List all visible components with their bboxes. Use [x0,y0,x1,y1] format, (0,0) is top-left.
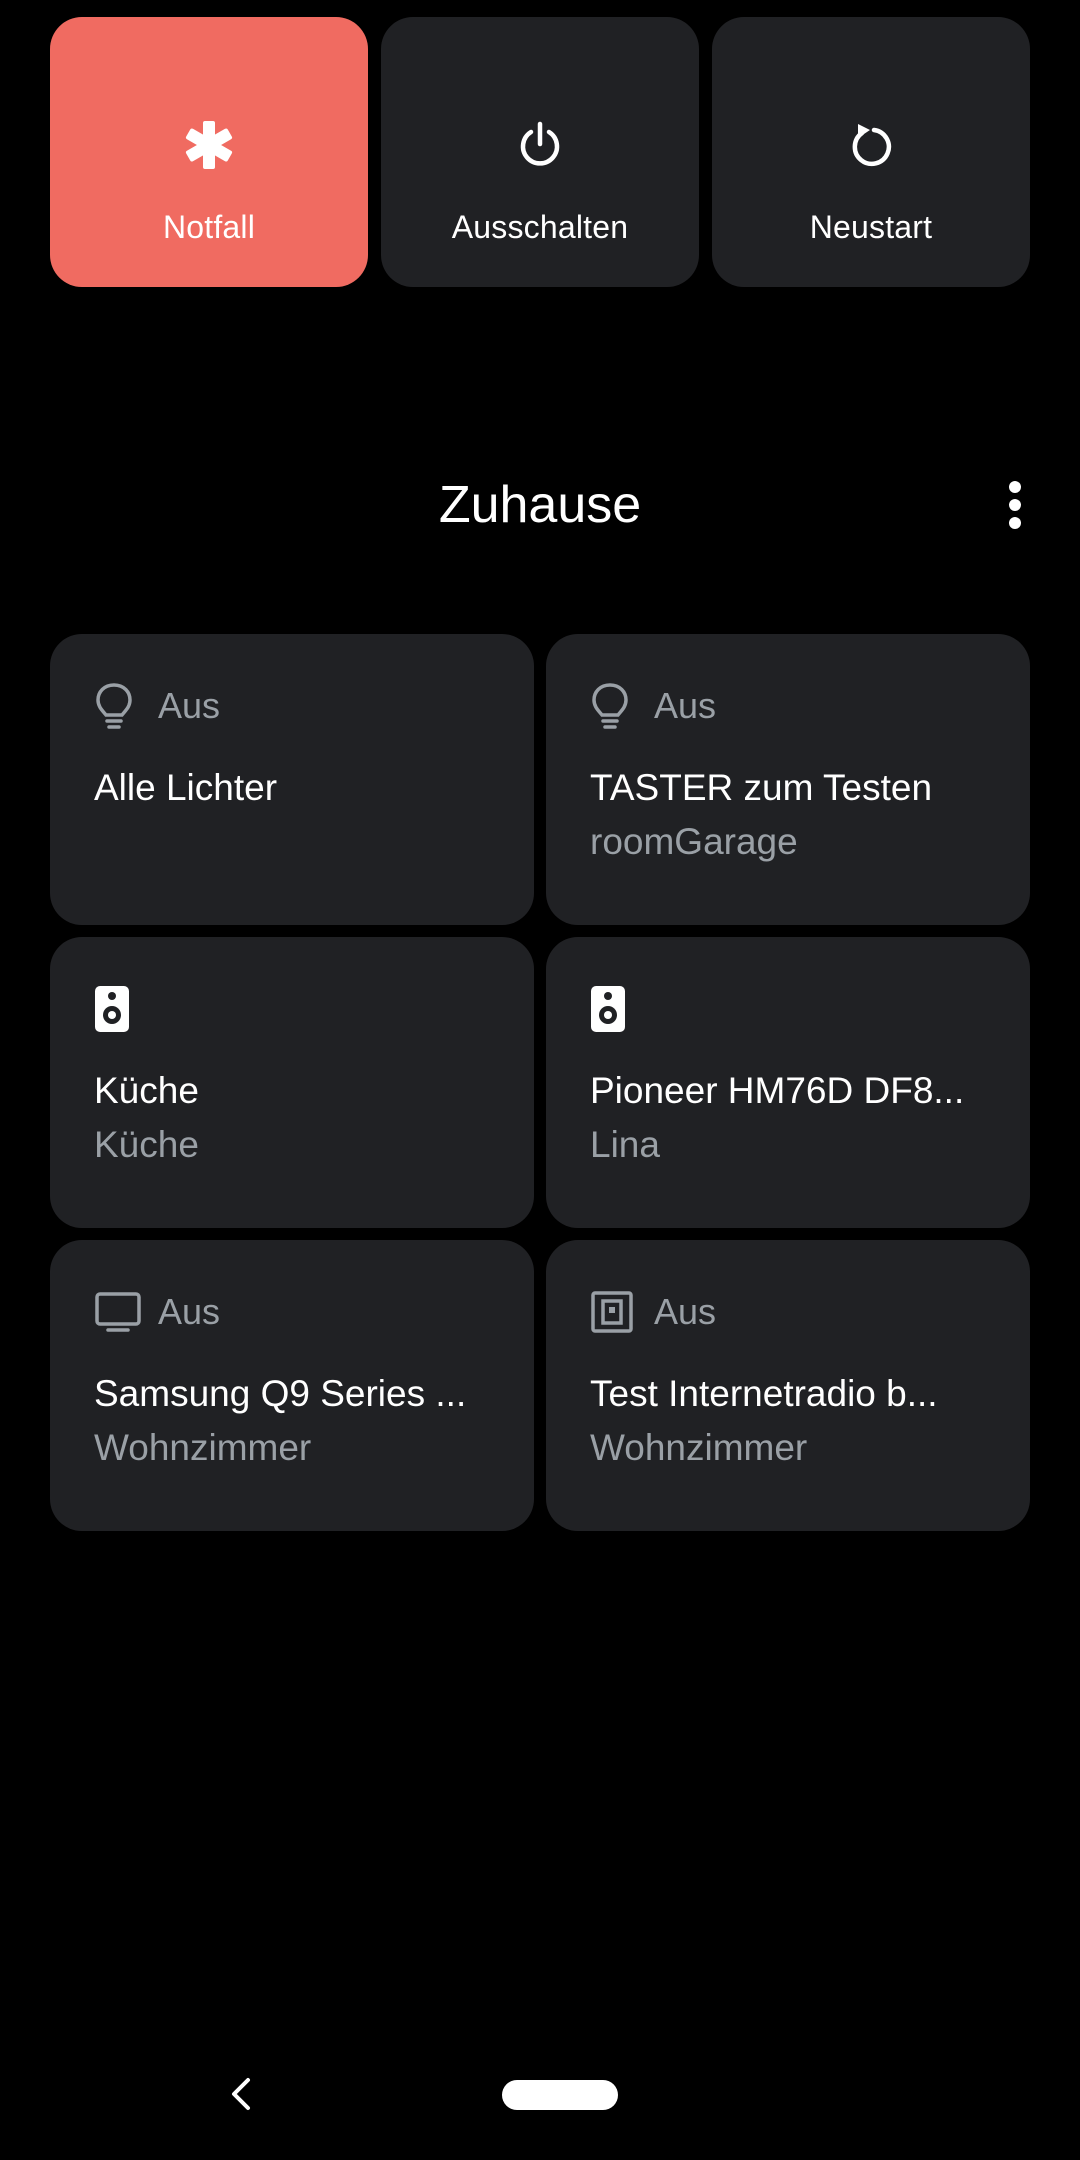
lightbulb-icon [94,678,144,734]
speaker-icon [590,981,640,1037]
device-tile[interactable]: Aus TASTER zum Testen roomGarage [546,634,1030,925]
device-room: Wohnzimmer [94,1427,312,1468]
device-room: Lina [590,1124,660,1165]
device-controls-grid: Aus Alle Lichter Aus TASTER zum Testen r… [50,634,1030,1531]
device-tile[interactable]: Aus Samsung Q9 Series ... Wohnzimmer [50,1240,534,1531]
device-status: Aus [158,1291,221,1332]
device-name: Küche [94,1070,199,1111]
more-options-button[interactable] [990,470,1040,540]
lightbulb-icon [590,678,640,734]
structure-title[interactable]: Zuhause [0,470,1080,540]
device-room: Küche [94,1124,199,1165]
device-status: Aus [654,1291,717,1332]
more-vert-icon [1009,481,1021,529]
power-off-button[interactable]: Ausschalten [381,17,699,287]
nav-home-pill[interactable] [502,2080,618,2110]
tv-icon [94,1284,144,1340]
device-tile[interactable]: Aus Test Internetradio b... Wohnzimmer [546,1240,1030,1531]
device-name: Samsung Q9 Series ... [94,1373,467,1414]
emergency-button[interactable]: Notfall [50,17,368,287]
device-tile[interactable]: Pioneer HM76D DF8... Lina [546,937,1030,1228]
device-name: Test Internetradio b... [590,1373,938,1414]
device-name: TASTER zum Testen [590,767,933,808]
medical-asterisk-icon [181,117,237,173]
device-name: Alle Lichter [94,767,278,808]
restart-button[interactable]: Neustart [712,17,1030,287]
device-tile[interactable]: Aus Alle Lichter [50,634,534,925]
speaker-icon [94,981,144,1037]
nav-back-button[interactable] [218,2072,262,2116]
device-room: roomGarage [590,821,798,862]
device-room: Wohnzimmer [590,1427,808,1468]
device-status: Aus [158,685,221,726]
emergency-label: Notfall [162,209,256,245]
power-off-label: Ausschalten [451,209,629,245]
chevron-left-icon [232,2078,250,2110]
device-name: Pioneer HM76D DF8... [590,1070,965,1111]
restart-label: Neustart [809,209,933,245]
power-menu: Notfall Ausschalten Neustart [50,17,1030,287]
device-status: Aus [654,685,717,726]
power-icon [512,117,568,173]
device-tile[interactable]: Küche Küche [50,937,534,1228]
media-device-icon [590,1284,640,1340]
restart-icon [843,117,899,173]
